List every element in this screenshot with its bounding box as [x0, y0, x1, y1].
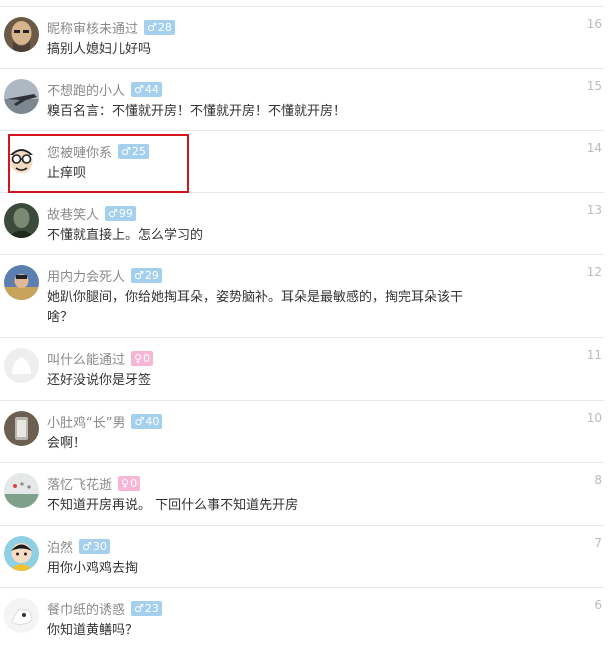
comment-list: 昵称审核未通过 ♂ 28 搞别人媳妇儿好吗 16 不想跑的小人 ♂ 44 糗百名言：… — [0, 7, 604, 648]
comment-text: 不知道开房再说。 下回什么事不知道先开房 — [47, 498, 299, 513]
comment-text: 还好没说你是牙签 — [47, 373, 152, 388]
level-value: 0 — [130, 476, 138, 490]
floor-number: 13 — [586, 203, 602, 217]
highlight-box — [8, 134, 189, 193]
comment-item: 叫什么能通过 ♀ 0 还好没说你是牙签 11 — [0, 338, 604, 401]
username-link[interactable]: 昵称审核未通过 — [47, 18, 138, 37]
floor-number: 6 — [594, 598, 602, 612]
floor-number: 8 — [594, 473, 602, 487]
comment-item: 泊然 ♂ 30 用你小鸡鸡去掏 7 — [0, 526, 604, 588]
female-icon: ♀ — [121, 476, 130, 490]
male-icon: ♂ — [108, 206, 118, 220]
floor-number: 14 — [586, 141, 602, 155]
female-icon: ♀ — [134, 351, 143, 365]
gender-level-badge: ♂ 23 — [131, 600, 162, 616]
level-value: 99 — [118, 206, 133, 220]
comment-user-line: 故巷笑人 ♂ 99 — [47, 204, 136, 223]
photo-avatar-icon[interactable] — [4, 265, 39, 300]
comment-item: 不想跑的小人 ♂ 44 糗百名言：不懂就开房！不懂就开房！不懂就开房！ 15 — [0, 69, 604, 131]
comment-item: 落忆飞花逝 ♀ 0 不知道开房再说。 下回什么事不知道先开房 8 — [0, 463, 604, 526]
dark-portrait-avatar-icon[interactable] — [4, 203, 39, 238]
comment-text: 会啊！ — [47, 436, 87, 451]
tissue-avatar-icon[interactable] — [4, 598, 39, 633]
gender-level-badge: ♂ 28 — [144, 19, 175, 35]
floor-number: 15 — [586, 79, 602, 93]
gender-level-badge: ♀ 0 — [131, 350, 154, 366]
comment-user-line: 用内力会死人 ♂ 29 — [47, 266, 162, 285]
comment-item: 故巷笑人 ♂ 99 不懂就直接上。怎么学习的 13 — [0, 193, 604, 255]
comment-user-line: 小肚鸡“长”男 ♂ 40 — [47, 412, 163, 431]
cartoon-boy-avatar-icon[interactable] — [4, 536, 39, 571]
bald-man-avatar-icon[interactable] — [4, 17, 39, 52]
male-icon: ♂ — [134, 601, 144, 615]
comment-item: 昵称审核未通过 ♂ 28 搞别人媳妇儿好吗 16 — [0, 7, 604, 69]
floor-number: 11 — [586, 348, 602, 362]
male-icon: ♂ — [82, 539, 92, 553]
comment-user-line: 不想跑的小人 ♂ 44 — [47, 80, 162, 99]
fighter-jet-avatar-icon[interactable] — [4, 79, 39, 114]
username-link[interactable]: 小肚鸡“长”男 — [47, 412, 125, 431]
gender-level-badge: ♀ 0 — [118, 475, 141, 491]
comment-text: 不懂就直接上。怎么学习的 — [47, 228, 204, 243]
floor-number: 12 — [586, 265, 602, 279]
gender-level-badge: ♂ 29 — [131, 267, 162, 283]
comment-item: 小肚鸡“长”男 ♂ 40 会啊！ 10 — [0, 401, 604, 463]
comment-text: 搞别人媳妇儿好吗 — [47, 42, 152, 57]
username-link[interactable]: 故巷笑人 — [47, 204, 99, 223]
comment-item: 用内力会死人 ♂ 29 她趴你腿间，你给她掏耳朵，姿势脑补。耳朵是最敏感的，掏完耳… — [0, 255, 604, 338]
level-value: 0 — [143, 351, 151, 365]
comment-user-line: 泊然 ♂ 30 — [47, 537, 110, 556]
comment-text: 用你小鸡鸡去掏 — [47, 561, 139, 576]
comment-user-line: 落忆飞花逝 ♀ 0 — [47, 474, 141, 493]
comment-user-line: 叫什么能通过 ♀ 0 — [47, 349, 154, 368]
default-avatar-icon[interactable] — [4, 348, 39, 383]
level-value: 44 — [144, 82, 159, 96]
floor-number: 16 — [586, 17, 602, 31]
username-link[interactable]: 叫什么能通过 — [47, 349, 125, 368]
gender-level-badge: ♂ 40 — [131, 413, 163, 429]
level-value: 28 — [157, 20, 172, 34]
level-value: 29 — [144, 268, 159, 282]
gender-level-badge: ♂ 30 — [79, 538, 110, 554]
gender-level-badge: ♂ 99 — [105, 205, 136, 221]
floor-number: 10 — [586, 411, 602, 425]
comment-user-line: 昵称审核未通过 ♂ 28 — [47, 18, 175, 37]
username-link[interactable]: 餐巾纸的诱惑 — [47, 599, 125, 618]
comment-user-line: 餐巾纸的诱惑 ♂ 23 — [47, 599, 162, 618]
cup-avatar-icon[interactable] — [4, 411, 39, 446]
level-value: 23 — [144, 601, 159, 615]
comment-item: 餐巾纸的诱惑 ♂ 23 你知道黄鳝吗？ 6 — [0, 588, 604, 648]
comment-text: 她趴你腿间，你给她掏耳朵，姿势脑补。耳朵是最敏感的，掏完耳朵该干啥？ — [47, 290, 464, 325]
male-icon: ♂ — [147, 20, 157, 34]
male-icon: ♂ — [134, 414, 145, 428]
comment-text: 糗百名言：不懂就开房！不懂就开房！不懂就开房！ — [47, 104, 347, 119]
level-value: 40 — [145, 414, 160, 428]
username-link[interactable]: 落忆飞花逝 — [47, 474, 112, 493]
comment-text: 你知道黄鳝吗？ — [47, 623, 139, 638]
username-link[interactable]: 用内力会死人 — [47, 266, 125, 285]
username-link[interactable]: 不想跑的小人 — [47, 80, 125, 99]
floor-number: 7 — [594, 536, 602, 550]
male-icon: ♂ — [134, 82, 144, 96]
level-value: 30 — [92, 539, 107, 553]
male-icon: ♂ — [134, 268, 144, 282]
username-link[interactable]: 泊然 — [47, 537, 73, 556]
gender-level-badge: ♂ 44 — [131, 81, 162, 97]
landscape-avatar-icon[interactable] — [4, 473, 39, 508]
